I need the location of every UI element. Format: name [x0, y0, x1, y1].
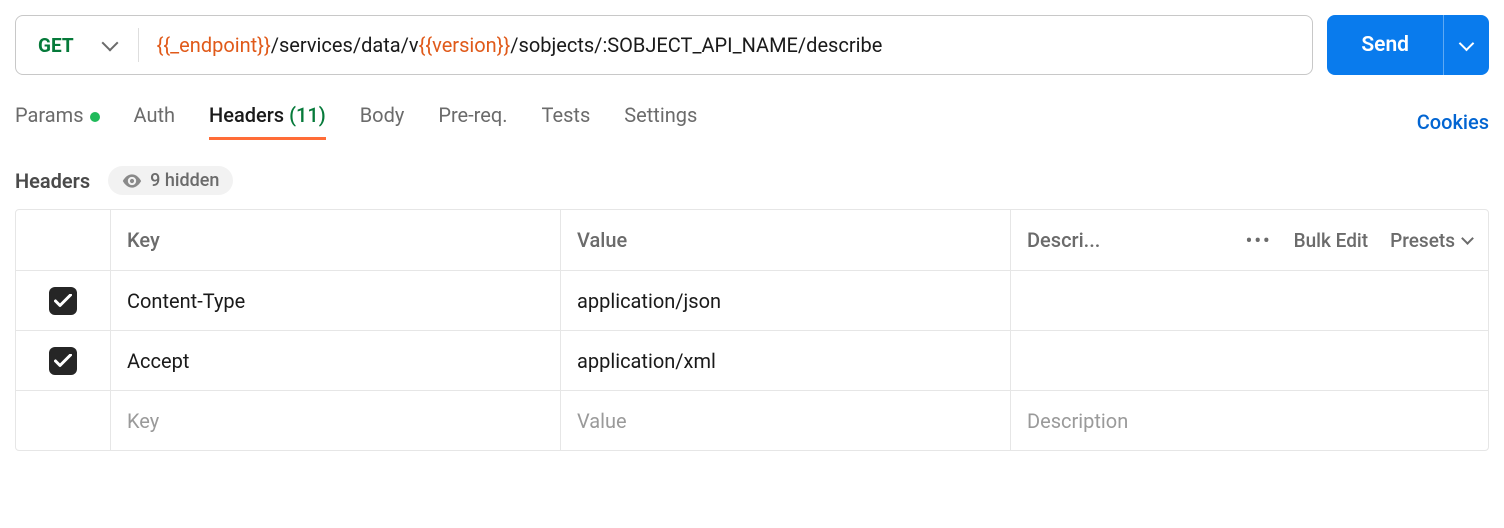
request-url-input[interactable]: {{_endpoint}}/services/data/v{{version}}…: [157, 33, 1313, 57]
chevron-down-icon: [1459, 35, 1475, 51]
column-checkbox: [16, 210, 111, 270]
table-row: Content-Type application/json: [16, 270, 1488, 330]
tabs-row: Params Auth Headers (11) Body Pre-req. T…: [15, 103, 1489, 140]
url-variable: {{_endpoint}}: [157, 33, 271, 57]
request-bar: GET {{_endpoint}}/services/data/v{{versi…: [15, 15, 1489, 75]
header-value-cell[interactable]: application/json: [561, 271, 1011, 330]
tab-settings[interactable]: Settings: [624, 103, 697, 140]
header-description-cell[interactable]: [1011, 271, 1488, 330]
row-checkbox-cell: [16, 391, 111, 450]
table-header-row: Key Value Descri... ••• Bulk Edit Preset…: [16, 210, 1488, 270]
send-button-group: Send: [1327, 15, 1489, 75]
column-description-label: Descri...: [1027, 228, 1100, 252]
row-checkbox-cell: [16, 331, 111, 390]
tab-body[interactable]: Body: [360, 103, 405, 140]
row-checkbox-cell: [16, 271, 111, 330]
presets-label: Presets: [1390, 229, 1455, 252]
tab-prereq[interactable]: Pre-req.: [438, 103, 507, 140]
chevron-down-icon: [101, 35, 118, 52]
active-indicator-dot-icon: [90, 112, 100, 122]
header-key-input[interactable]: Key: [111, 391, 561, 450]
column-header-description: Descri... ••• Bulk Edit Presets: [1011, 210, 1488, 270]
headers-section-header: Headers 9 hidden: [15, 166, 1489, 195]
eye-icon: [122, 174, 142, 188]
url-segment: /services/data/v: [271, 33, 419, 57]
table-row: Accept application/xml: [16, 330, 1488, 390]
send-button[interactable]: Send: [1327, 15, 1443, 75]
header-value-cell[interactable]: application/xml: [561, 331, 1011, 390]
column-header-value: Value: [561, 210, 1011, 270]
bulk-edit-button[interactable]: Bulk Edit: [1294, 229, 1368, 252]
request-tabs: Params Auth Headers (11) Body Pre-req. T…: [15, 103, 697, 140]
http-method-label: GET: [38, 34, 74, 57]
tab-params[interactable]: Params: [15, 103, 100, 140]
tab-headers[interactable]: Headers (11): [209, 103, 326, 140]
tab-tests[interactable]: Tests: [542, 103, 591, 140]
presets-dropdown[interactable]: Presets: [1390, 229, 1472, 252]
check-icon: [54, 354, 72, 368]
separator: [138, 28, 139, 63]
chevron-down-icon: [1461, 232, 1474, 245]
url-variable: {{version}}: [419, 33, 511, 57]
column-header-key: Key: [111, 210, 561, 270]
cookies-link[interactable]: Cookies: [1417, 110, 1489, 134]
tab-auth[interactable]: Auth: [134, 103, 176, 140]
method-url-container: GET {{_endpoint}}/services/data/v{{versi…: [15, 15, 1313, 75]
section-title: Headers: [15, 169, 90, 193]
headers-table: Key Value Descri... ••• Bulk Edit Preset…: [15, 209, 1489, 451]
table-row-new: Key Value Description: [16, 390, 1488, 450]
row-enabled-checkbox[interactable]: [49, 287, 77, 315]
more-options-icon[interactable]: •••: [1246, 229, 1272, 252]
toggle-hidden-headers-button[interactable]: 9 hidden: [108, 166, 233, 195]
check-icon: [54, 294, 72, 308]
header-value-input[interactable]: Value: [561, 391, 1011, 450]
header-description-cell[interactable]: [1011, 331, 1488, 390]
header-key-cell[interactable]: Content-Type: [111, 271, 561, 330]
url-segment: /sobjects/:SOBJECT_API_NAME/describe: [510, 33, 882, 57]
header-description-input[interactable]: Description: [1011, 391, 1488, 450]
hidden-count-label: 9 hidden: [150, 170, 219, 191]
row-enabled-checkbox[interactable]: [49, 347, 77, 375]
table-tools: ••• Bulk Edit Presets: [1246, 229, 1472, 252]
header-key-cell[interactable]: Accept: [111, 331, 561, 390]
http-method-select[interactable]: GET: [16, 34, 138, 57]
send-dropdown-button[interactable]: [1443, 15, 1489, 75]
